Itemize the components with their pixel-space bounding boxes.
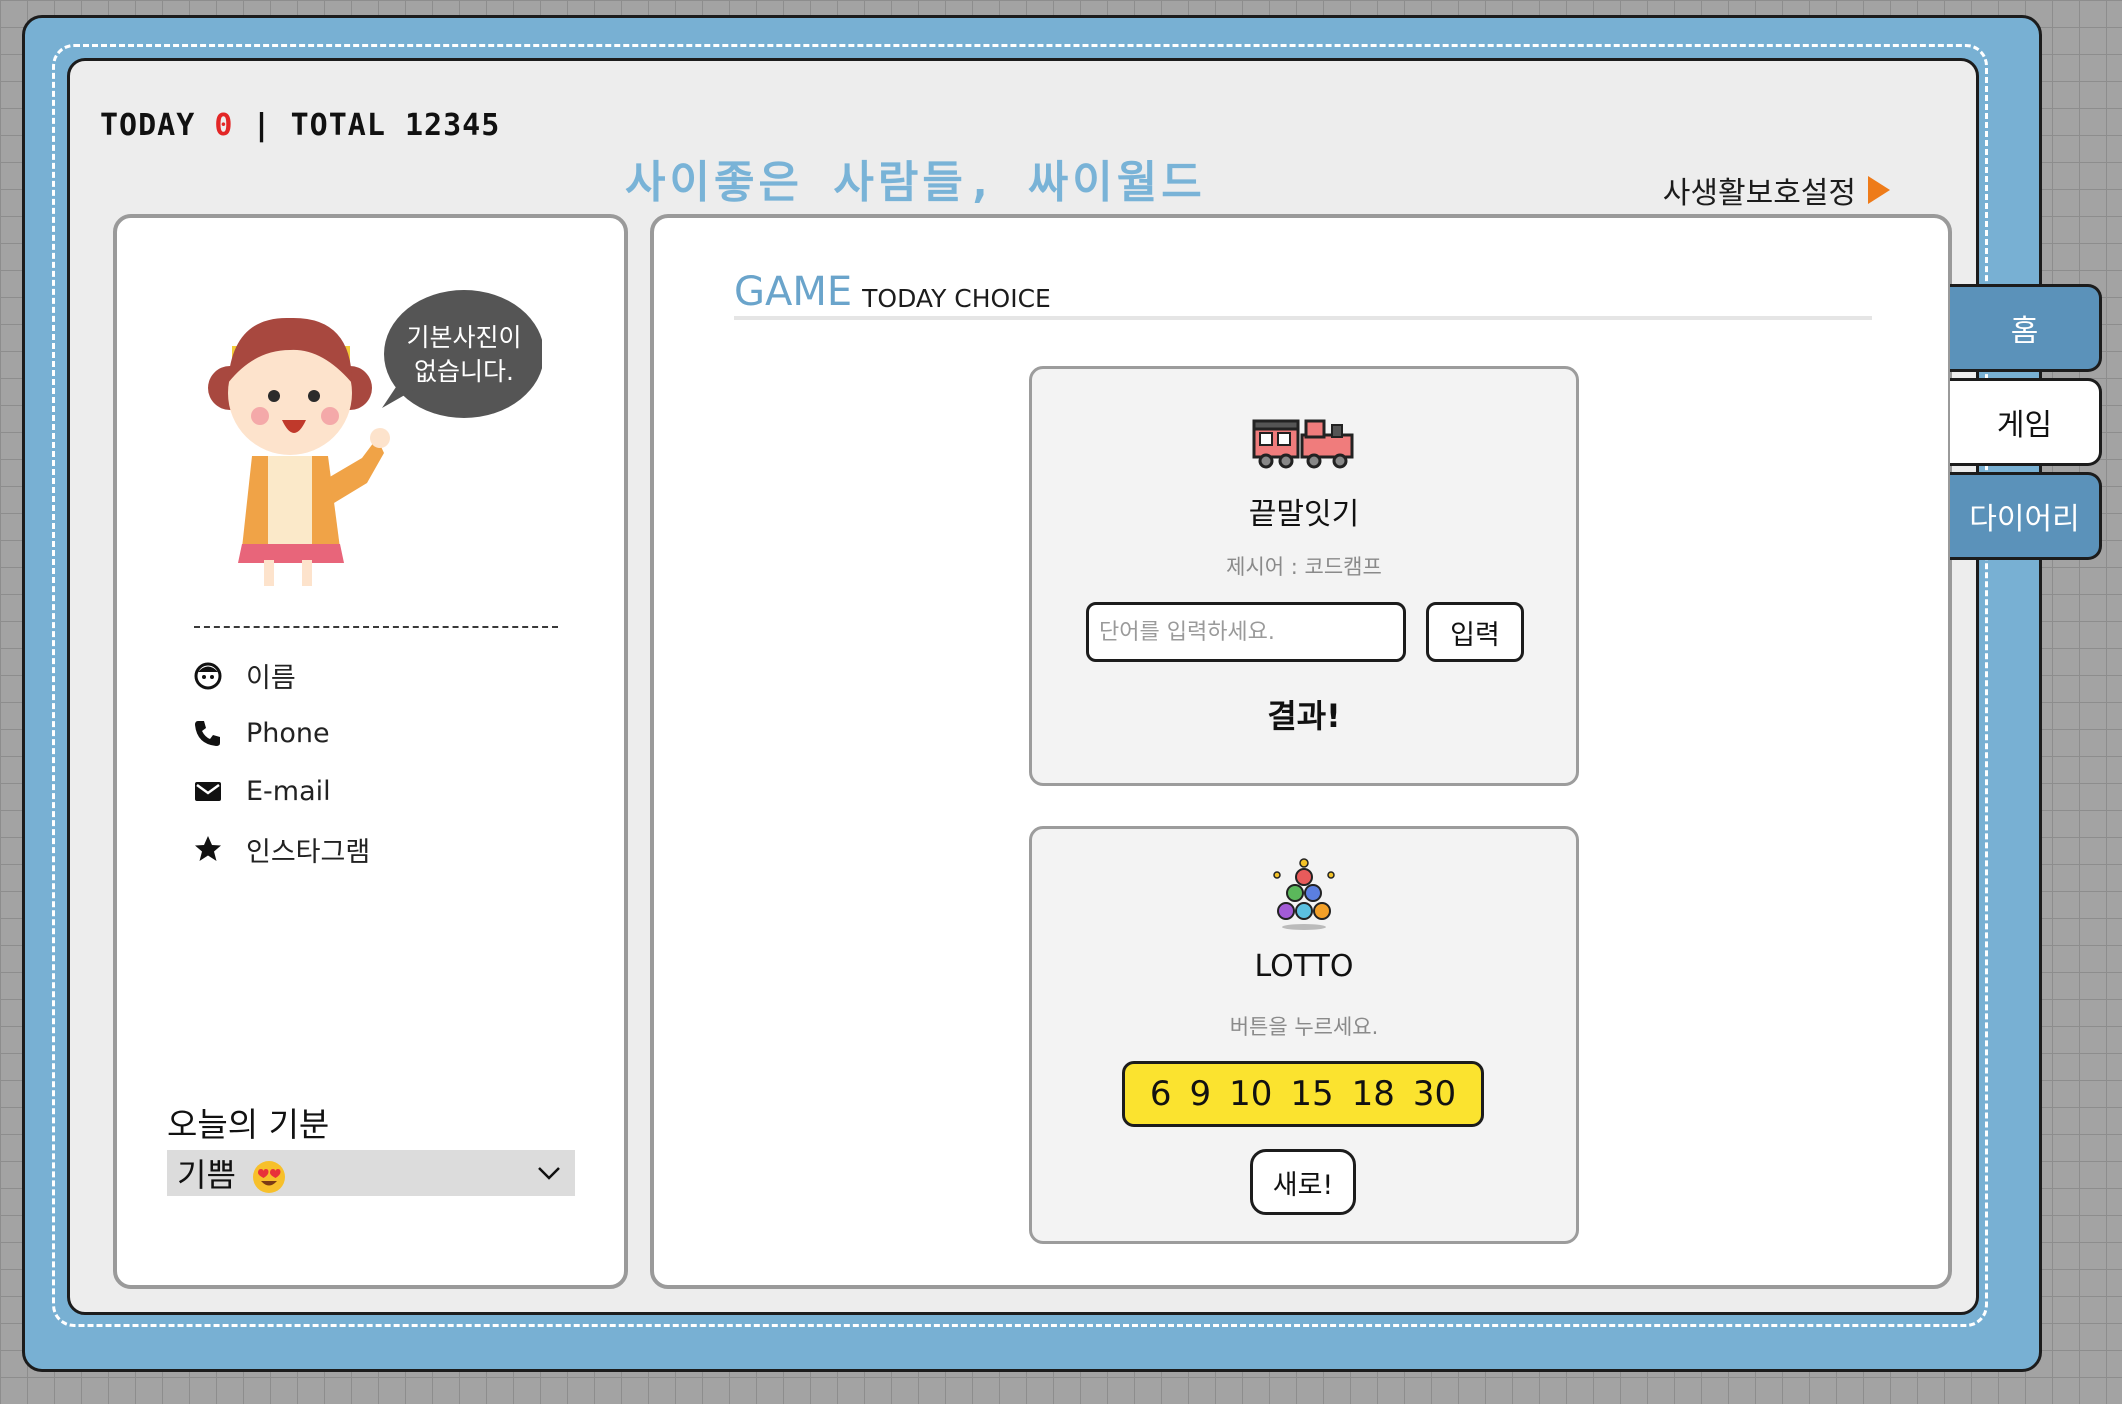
info-item-instagram: 인스타그램 [192, 820, 370, 878]
mood-selected-value: 기쁨 [177, 1156, 236, 1194]
visitor-counter: TODAY 0 | TOTAL 12345 [100, 108, 500, 150]
word-chain-card: 끝말잇기 제시어 : 코드캠프 입력 결과! [1029, 366, 1579, 786]
train-icon [1252, 419, 1354, 469]
lotto-number: 18 [1351, 1074, 1395, 1114]
word-chain-title: 끝말잇기 [1248, 497, 1360, 532]
info-label-phone: Phone [246, 717, 330, 749]
mood-selected-wrap: 기쁨 [177, 1150, 286, 1196]
face-icon [194, 662, 222, 690]
profile-panel: 기본사진이 없습니다. 이름 Phone E-mail 인스타그램 오늘의 기분… [113, 214, 628, 1289]
speech-bubble-line1: 기본사진이 [406, 323, 521, 352]
lotto-new-button[interactable]: 새로! [1250, 1149, 1356, 1215]
profile-divider [194, 626, 558, 628]
info-item-name: 이름 [192, 646, 370, 704]
phone-icon [195, 721, 220, 746]
word-chain-subtitle: 제시어 : 코드캠프 [1226, 555, 1382, 579]
word-enter-button[interactable]: 입력 [1426, 602, 1524, 662]
mood-label: 오늘의 기분 [167, 1105, 330, 1144]
star-icon [195, 836, 221, 861]
info-item-phone: Phone [192, 704, 370, 762]
game-heading: GAME TODAY CHOICE [734, 268, 1872, 320]
privacy-label: 사생활보호설정 [1662, 176, 1856, 211]
info-label-instagram: 인스타그램 [246, 836, 371, 868]
speech-bubble [384, 290, 542, 418]
play-arrow-icon [1868, 176, 1890, 204]
lotto-balls-icon [1273, 858, 1335, 930]
tab-diary[interactable]: 다이어리 [1950, 472, 2102, 560]
lotto-card: LOTTO 버튼을 누르세요. 6 9 10 15 18 30 새로! [1029, 826, 1579, 1244]
mail-icon [195, 782, 221, 801]
profile-info-list: 이름 Phone E-mail 인스타그램 [192, 646, 370, 878]
chevron-down-icon [538, 1167, 560, 1180]
word-chain-result: 결과! [1267, 697, 1341, 735]
info-item-email: E-mail [192, 762, 370, 820]
tab-home[interactable]: 홈 [1950, 284, 2102, 372]
today-count: 0 [214, 108, 234, 143]
total-label: TOTAL [290, 108, 386, 143]
lotto-number: 10 [1229, 1074, 1273, 1114]
counter-separator: | [252, 108, 272, 143]
privacy-settings-link[interactable]: 사생활보호설정 [1662, 170, 1890, 211]
nav-tabs: 홈 게임 다이어리 [1950, 284, 2102, 566]
lotto-numbers: 6 9 10 15 18 30 [1122, 1061, 1484, 1127]
info-label-name: 이름 [246, 662, 296, 694]
lotto-number: 30 [1412, 1074, 1457, 1114]
speech-bubble-line2: 없습니다. [414, 357, 514, 386]
info-label-email: E-mail [246, 775, 331, 807]
lotto-title: LOTTO [1254, 949, 1354, 984]
mood-select[interactable]: 기쁨 [167, 1150, 575, 1196]
lotto-number: 15 [1290, 1074, 1334, 1114]
tab-game[interactable]: 게임 [1950, 378, 2102, 466]
site-title: 사이좋은 사람들, 싸이월드 [625, 157, 1206, 208]
total-count: 12345 [405, 108, 501, 143]
today-label: TODAY [100, 108, 196, 143]
word-input[interactable] [1086, 602, 1406, 662]
lotto-number: 6 [1149, 1074, 1172, 1114]
game-panel: GAME TODAY CHOICE 끝말잇기 제시어 : 코드캠프 입력 결과! [650, 214, 1952, 1289]
lotto-subtitle: 버튼을 누르세요. [1229, 1015, 1379, 1039]
lotto-number: 9 [1189, 1074, 1212, 1114]
game-heading-sub: TODAY CHOICE [862, 283, 1051, 313]
game-heading-main: GAME [734, 269, 853, 315]
default-avatar-image: 기본사진이 없습니다. [208, 290, 542, 586]
heart-eyes-emoji-icon [253, 1161, 286, 1193]
